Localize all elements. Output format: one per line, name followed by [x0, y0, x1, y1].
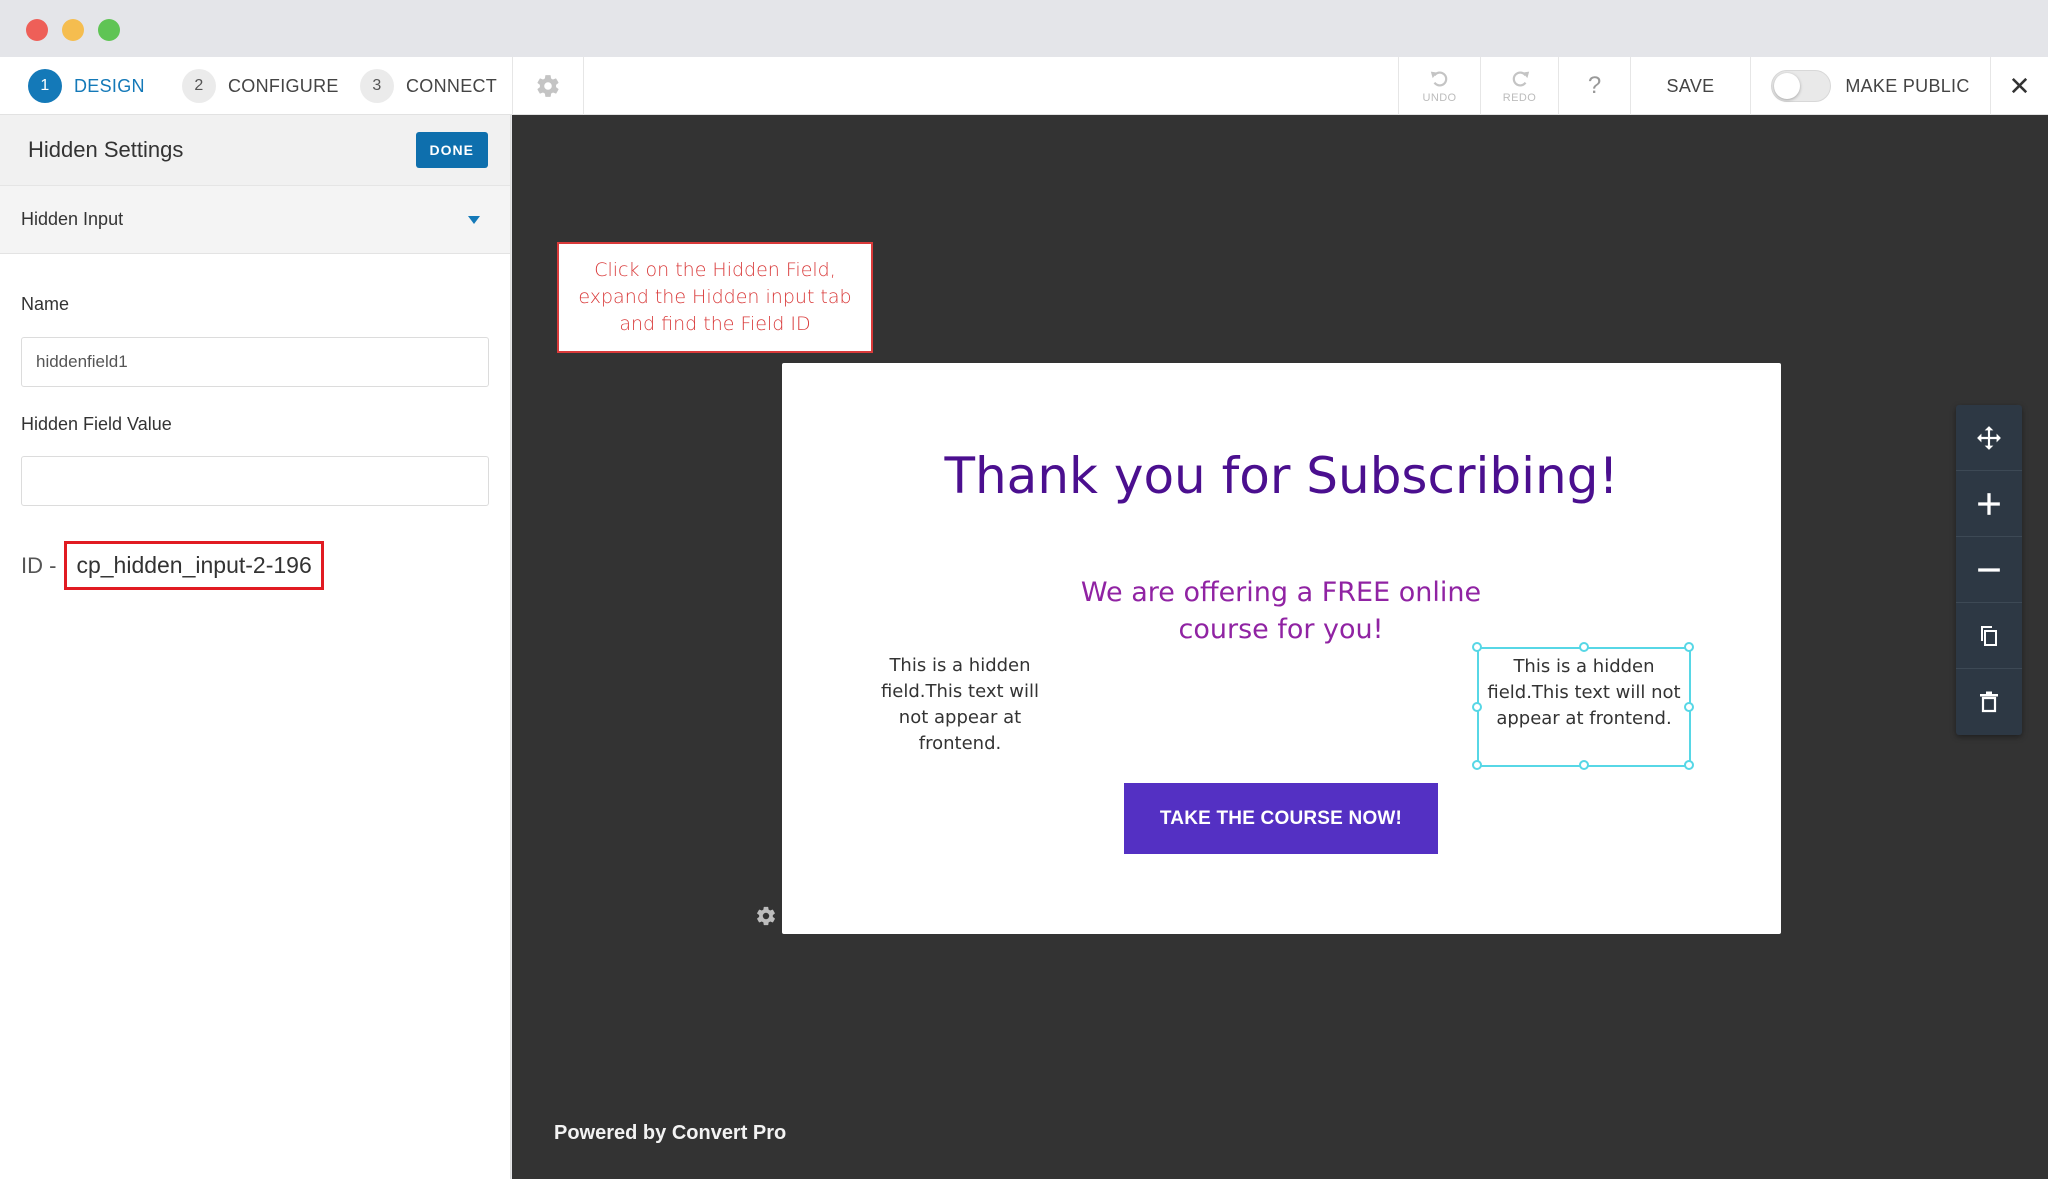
help-icon: ? — [1587, 72, 1602, 99]
sidebar-title: Hidden Settings — [28, 137, 184, 162]
popup-settings-gear-icon[interactable] — [755, 905, 777, 927]
popup-subheading[interactable]: We are offering a FREE online course for… — [1034, 574, 1528, 648]
duplicate-button[interactable] — [1956, 603, 2022, 669]
redo-label: REDO — [1502, 92, 1537, 104]
subheading-line: course for you! — [1178, 614, 1384, 645]
save-label: SAVE — [1666, 75, 1715, 96]
settings-sidebar: Hidden Settings DONE Hidden Input Name H… — [0, 115, 511, 1179]
section-label: Hidden Input — [21, 209, 124, 229]
delete-button[interactable] — [1956, 669, 2022, 735]
window-titlebar — [0, 0, 2048, 57]
undo-button[interactable]: UNDO — [1398, 57, 1480, 115]
step-label: DESIGN — [74, 75, 145, 96]
element-tool-rail — [1956, 405, 2022, 735]
powered-by-text: Powered by Convert Pro — [554, 1122, 787, 1144]
help-button[interactable]: ? — [1558, 57, 1630, 115]
toggle-knob — [1774, 73, 1801, 99]
callout-line: expand the Hidden input tab — [578, 286, 852, 308]
step-design[interactable]: 1 DESIGN — [28, 69, 145, 103]
step-number: 2 — [182, 69, 216, 103]
top-toolbar: 1 DESIGN 2 CONFIGURE 3 CONNECT UNDO REDO… — [0, 57, 2048, 115]
maximize-window-button[interactable] — [98, 19, 120, 41]
resize-handle[interactable] — [1684, 702, 1694, 712]
instruction-callout: Click on the Hidden Field, expand the Hi… — [557, 242, 873, 353]
resize-handle[interactable] — [1472, 642, 1482, 652]
resize-handle[interactable] — [1579, 760, 1589, 770]
callout-line: and find the Field ID — [619, 313, 811, 335]
hidden-value-label: Hidden Field Value — [21, 414, 172, 434]
move-button[interactable] — [1956, 405, 2022, 471]
popup-heading[interactable]: Thank you for Subscribing! — [782, 447, 1781, 505]
step-number: 3 — [360, 69, 394, 103]
step-label: CONNECT — [406, 75, 498, 96]
copy-icon — [1981, 625, 1997, 646]
field-id-row: ID - cp_hidden_input-2-196 — [21, 541, 324, 590]
resize-handle[interactable] — [1579, 642, 1589, 652]
save-button[interactable]: SAVE — [1630, 57, 1750, 115]
resize-handle[interactable] — [1472, 702, 1482, 712]
done-button[interactable]: DONE — [415, 132, 488, 168]
plus-icon — [1978, 492, 2000, 515]
hidden-field-left[interactable]: This is a hidden field.This text will no… — [870, 653, 1050, 757]
subheading-line: We are offering a FREE online — [1080, 577, 1482, 608]
minus-icon — [1978, 567, 2000, 572]
close-icon: ✕ — [2008, 70, 2031, 101]
settings-button[interactable] — [512, 57, 584, 115]
step-configure[interactable]: 2 CONFIGURE — [182, 69, 339, 103]
field-id-value: cp_hidden_input-2-196 — [64, 541, 324, 590]
hidden-value-field[interactable] — [21, 456, 489, 506]
trash-icon — [1980, 691, 1998, 713]
callout-line: Click on the Hidden Field, — [594, 259, 836, 281]
redo-icon — [1512, 71, 1529, 87]
close-editor-button[interactable]: ✕ — [1990, 57, 2048, 115]
gear-icon — [537, 75, 559, 97]
step-number: 1 — [28, 69, 62, 103]
step-connect[interactable]: 3 CONNECT — [360, 69, 497, 103]
undo-label: UNDO — [1422, 92, 1457, 104]
zoom-out-button[interactable] — [1956, 537, 2022, 603]
hidden-field-selected[interactable]: This is a hidden field.This text will no… — [1472, 642, 1694, 770]
popup-preview: Thank you for Subscribing! We are offeri… — [782, 363, 1781, 934]
caret-down-icon — [468, 215, 480, 224]
resize-handle[interactable] — [1472, 760, 1482, 770]
resize-handle[interactable] — [1684, 760, 1694, 770]
zoom-in-button[interactable] — [1956, 471, 2022, 537]
hidden-field-text: This is a hidden field.This text will no… — [1487, 656, 1681, 729]
hidden-input-section-toggle[interactable]: Hidden Input — [0, 186, 510, 254]
toggle-switch[interactable] — [1771, 70, 1832, 102]
name-field[interactable] — [21, 337, 489, 387]
id-label: ID - — [21, 552, 57, 578]
name-field-label: Name — [21, 294, 70, 314]
sidebar-header: Hidden Settings DONE — [0, 115, 510, 186]
make-public-toggle[interactable]: MAKE PUBLIC — [1750, 57, 1990, 115]
take-course-button[interactable]: TAKE THE COURSE NOW! — [1124, 783, 1438, 854]
redo-button[interactable]: REDO — [1480, 57, 1558, 115]
close-window-button[interactable] — [26, 19, 48, 41]
resize-handle[interactable] — [1684, 642, 1694, 652]
move-icon — [1977, 425, 2001, 450]
minimize-window-button[interactable] — [62, 19, 84, 41]
step-label: CONFIGURE — [228, 75, 339, 96]
undo-icon — [1430, 71, 1447, 87]
make-public-label: MAKE PUBLIC — [1845, 75, 1970, 96]
